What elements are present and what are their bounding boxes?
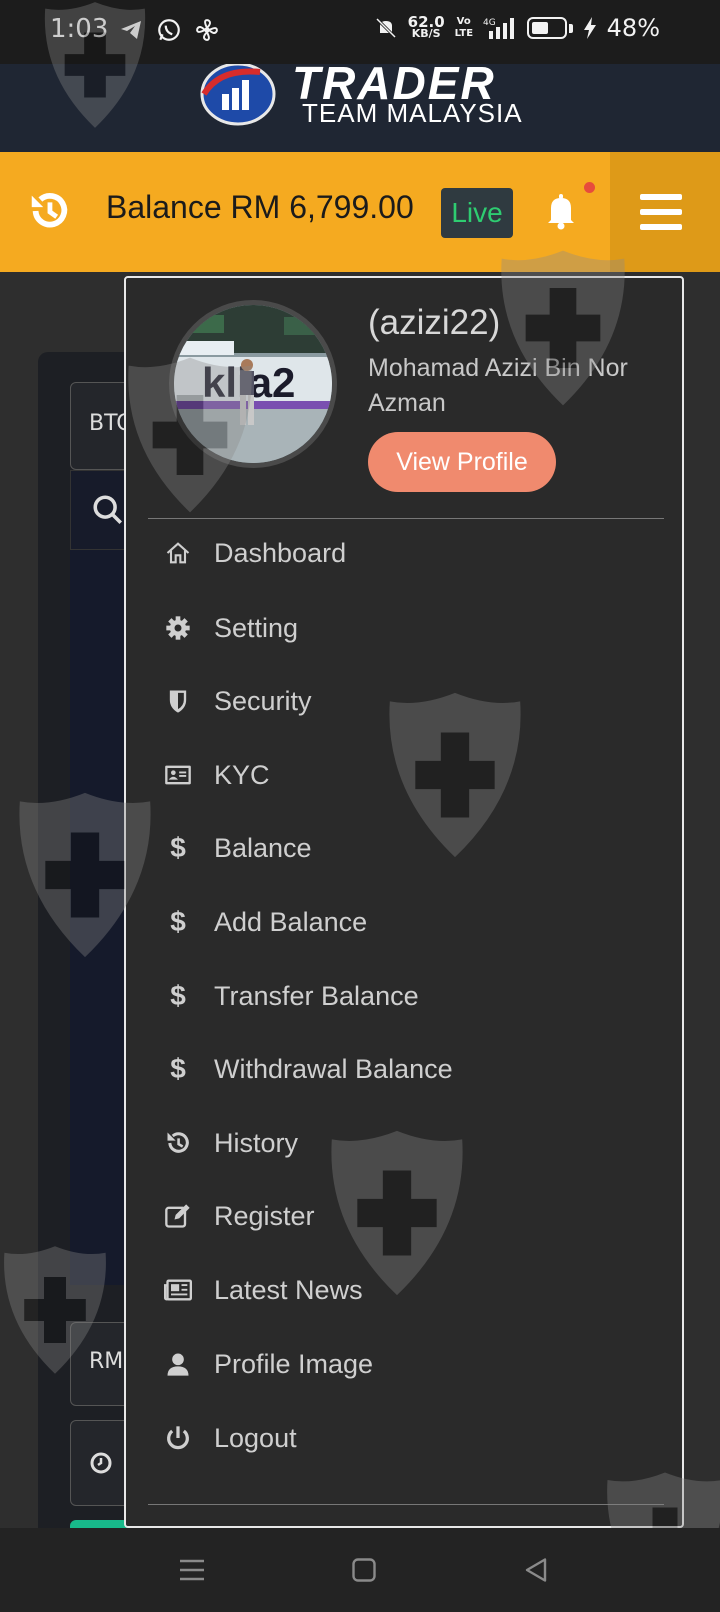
history-icon <box>162 1127 194 1159</box>
whatsapp-icon <box>158 19 180 41</box>
profile-username: (azizi22) <box>368 303 501 342</box>
app-header: TRADER TEAM MALAYSIA <box>0 57 720 152</box>
edit-icon <box>162 1200 194 1232</box>
live-mode-badge[interactable]: Live <box>441 188 513 238</box>
menu-item-kyc[interactable]: KYC <box>162 745 662 805</box>
view-profile-button[interactable]: View Profile <box>368 432 556 492</box>
telegram-icon <box>121 21 141 39</box>
menu-item-history[interactable]: History <box>162 1113 662 1173</box>
clock-icon <box>90 1452 112 1474</box>
fan-icon <box>196 19 218 41</box>
gear-icon <box>162 612 194 644</box>
signal-icon: 4G <box>483 18 514 39</box>
menu-item-add-balance[interactable]: $ Add Balance <box>162 892 662 952</box>
menu-item-transfer-balance[interactable]: $ Transfer Balance <box>162 966 662 1026</box>
menu-divider-bottom <box>148 1504 664 1505</box>
power-icon <box>162 1422 194 1454</box>
balance-bar: Balance RM 6,799.00 Live <box>0 152 720 272</box>
balance-amount: Balance RM 6,799.00 <box>106 189 414 225</box>
notification-dot <box>584 182 595 193</box>
battery-icon <box>526 17 567 39</box>
status-bar: 1:03 62.0 KB/S Vo LTE 4G 48% <box>0 0 720 64</box>
logo-subtitle: TEAM MALAYSIA <box>302 98 523 128</box>
status-time: 1:03 <box>50 14 109 44</box>
logo-emblem-icon <box>200 64 276 126</box>
volte-label: Vo LTE <box>454 16 474 39</box>
menu-item-security[interactable]: Security <box>162 671 662 731</box>
home-square-icon[interactable] <box>346 1552 382 1588</box>
menu-item-withdrawal-balance[interactable]: $ Withdrawal Balance <box>162 1039 662 1099</box>
notification-icons <box>118 17 220 43</box>
home-icon <box>162 537 194 569</box>
menu-item-setting[interactable]: Setting <box>162 598 662 658</box>
profile-fullname: Mohamad Azizi Bin Nor Azman <box>368 354 628 417</box>
mute-icon <box>375 17 396 39</box>
battery-percent: 48% <box>606 14 660 42</box>
system-icons: 62.0 KB/S Vo LTE 4G 48% <box>374 14 660 42</box>
history-icon[interactable] <box>26 188 72 234</box>
dollar-icon: $ <box>170 1053 186 1084</box>
menu-item-dashboard[interactable]: Dashboard <box>162 523 662 583</box>
hamburger-menu-button[interactable] <box>610 152 720 272</box>
search-icon <box>93 495 123 525</box>
bell-icon[interactable] <box>545 190 577 230</box>
net-speed: 62.0 KB/S <box>407 13 445 40</box>
menu-item-logout[interactable]: Logout <box>162 1408 662 1468</box>
profile-photo: klia2 <box>174 305 332 463</box>
dollar-icon: $ <box>170 980 186 1011</box>
menu-item-balance[interactable]: $ Balance <box>162 818 662 878</box>
svg-text:4G: 4G <box>483 18 496 28</box>
menu-item-register[interactable]: Register <box>162 1186 662 1246</box>
screen: 1:03 62.0 KB/S Vo LTE 4G 48% TRADER TEAM… <box>0 0 720 1612</box>
menu-item-profile-image[interactable]: Profile Image <box>162 1334 662 1394</box>
system-nav-bar <box>0 1528 720 1612</box>
newspaper-icon <box>162 1274 194 1306</box>
charging-icon <box>583 17 596 39</box>
back-triangle-icon[interactable] <box>518 1552 554 1588</box>
user-dropdown-menu: klia2 (azizi22) Mohamad Azizi Bin Nor Az… <box>124 276 684 1528</box>
menu-divider <box>148 518 664 519</box>
id-card-icon <box>162 759 194 791</box>
dollar-icon: $ <box>170 832 186 863</box>
avatar[interactable]: klia2 <box>169 300 337 468</box>
shield-icon <box>162 685 194 717</box>
user-icon <box>162 1348 194 1380</box>
menu-item-latest-news[interactable]: Latest News <box>162 1260 662 1320</box>
menu-icon[interactable] <box>174 1552 210 1588</box>
dollar-icon: $ <box>170 906 186 937</box>
